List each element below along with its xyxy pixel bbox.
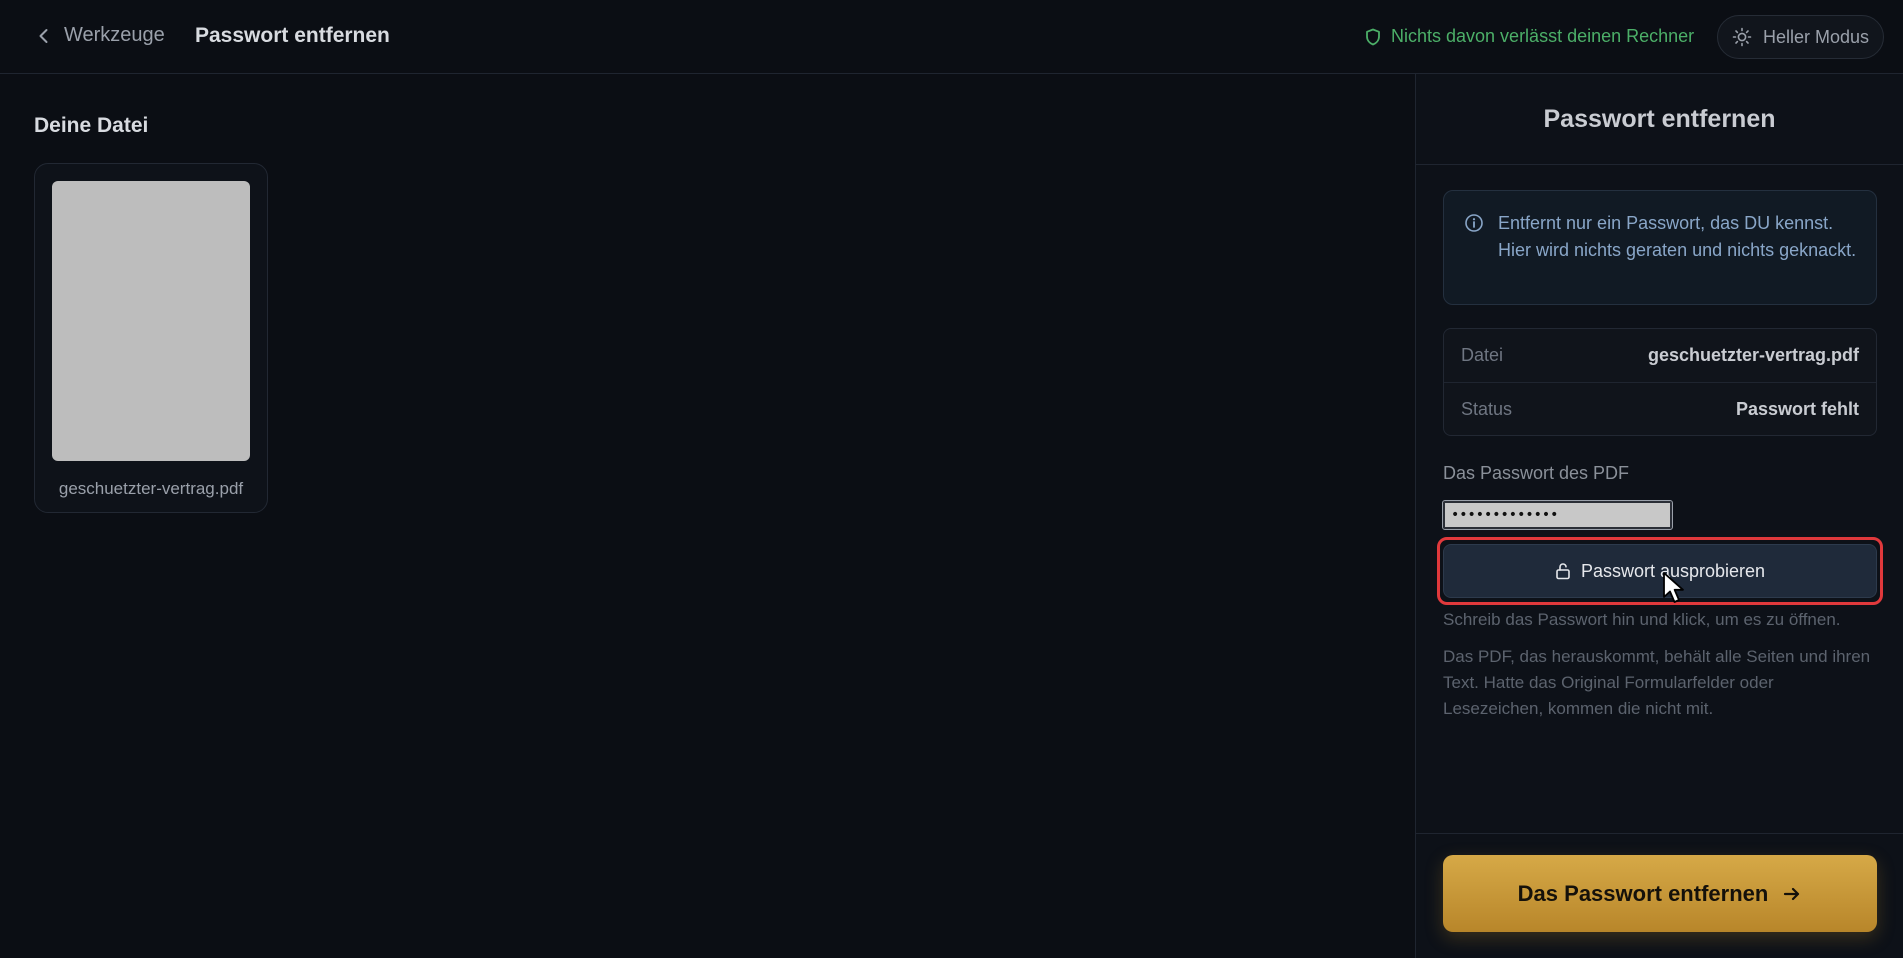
file-card[interactable]: geschuetzter-vertrag.pdf	[34, 163, 268, 513]
file-thumbnail	[52, 181, 250, 461]
privacy-text: Nichts davon verlässt deinen Rechner	[1391, 26, 1695, 46]
panel-footer: Das Passwort entfernen	[1416, 833, 1903, 958]
chevron-left-icon	[39, 28, 48, 43]
sun-icon	[1732, 27, 1752, 47]
light-mode-button[interactable]: Heller Modus	[1717, 15, 1884, 59]
info-icon	[1465, 214, 1483, 232]
back-link[interactable]: Werkzeuge	[34, 24, 165, 47]
password-label: Das Passwort des PDF	[1443, 463, 1630, 483]
file-name: geschuetzter-vertrag.pdf	[58, 479, 244, 498]
unlock-icon	[1556, 563, 1570, 580]
meta-key: Status	[1461, 398, 1513, 419]
remove-password-button[interactable]: Das Passwort entfernen	[1443, 855, 1877, 932]
panel-title: Passwort entfernen	[1416, 74, 1903, 165]
page-title: Passwort entfernen	[195, 24, 390, 47]
side-panel: Passwort entfernen Entfernt nur ein Pass…	[1415, 74, 1903, 958]
arrow-right-icon	[1784, 887, 1800, 900]
info-box: Entfernt nur ein Passwort, das DU kennst…	[1443, 190, 1877, 305]
shield-icon	[1366, 28, 1380, 45]
back-link-label: Werkzeuge	[64, 24, 165, 46]
meta-key: Datei	[1461, 345, 1504, 365]
password-input[interactable]	[1442, 500, 1673, 530]
top-bar: Werkzeuge Passwort entfernen Nichts davo…	[0, 0, 1903, 74]
password-hint: Schreib das Passwort hin und klick, um e…	[1443, 610, 1841, 629]
mouse-cursor-icon	[1663, 572, 1684, 603]
meta-row-status: Status Passwort fehlt	[1444, 382, 1876, 435]
file-meta-table: Datei geschuetzter-vertrag.pdf Status Pa…	[1443, 328, 1877, 436]
file-section-title: Deine Datei	[34, 114, 149, 137]
meta-row-file: Datei geschuetzter-vertrag.pdf	[1444, 329, 1876, 382]
try-password-button[interactable]: Passwort ausprobieren	[1443, 544, 1877, 598]
light-mode-label: Heller Modus	[1762, 26, 1870, 47]
remove-password-label: Das Passwort entfernen	[1517, 880, 1769, 906]
output-note: Das PDF, das herauskommt, behält alle Se…	[1443, 647, 1871, 718]
privacy-notice: Nichts davon verlässt deinen Rechner	[1365, 26, 1694, 47]
meta-value: Passwort fehlt	[1735, 398, 1859, 419]
meta-value: geschuetzter-vertrag.pdf	[1647, 345, 1859, 365]
info-text: Entfernt nur ein Passwort, das DU kennst…	[1498, 213, 1857, 260]
